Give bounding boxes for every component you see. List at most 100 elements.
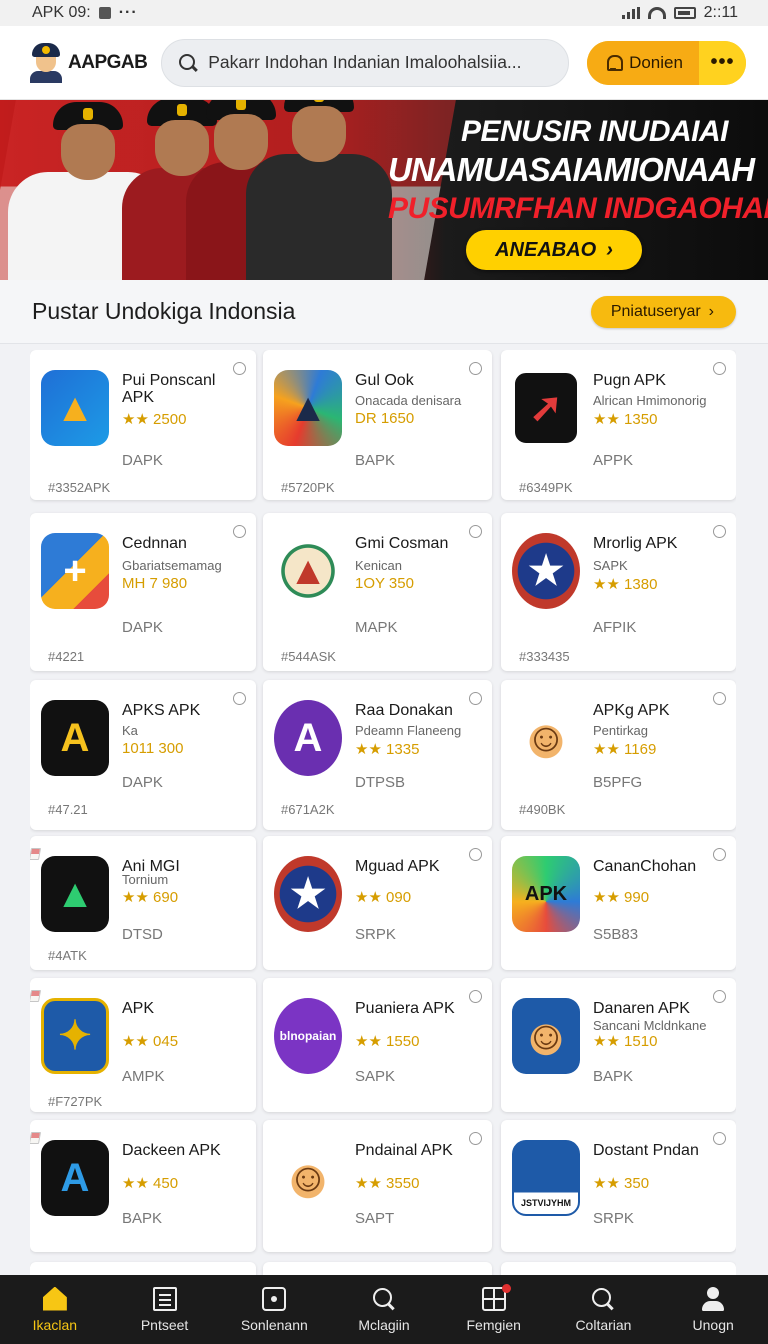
banner-line-3: PUSUMRFHAN INDGAOHAN bbox=[388, 192, 768, 225]
bookmark-icon[interactable] bbox=[713, 848, 726, 861]
app-rating: ★★ 690 bbox=[122, 889, 179, 906]
bookmark-icon[interactable] bbox=[30, 990, 42, 1002]
app-name: Pugn APK bbox=[593, 372, 666, 389]
triangle-dark-icon: ▲ bbox=[41, 856, 109, 932]
purple-text-icon: blnopaian bbox=[274, 998, 342, 1074]
red-arrow-icon: ➚ bbox=[512, 370, 580, 446]
seal-icon: ★ bbox=[274, 856, 342, 932]
see-all-button[interactable]: Pniatuseryar › bbox=[590, 295, 736, 328]
notification-badge bbox=[501, 1283, 511, 1293]
app-card[interactable]: ☺ Pndainal APK ★★ 3550 SAPT bbox=[263, 1120, 492, 1252]
app-card[interactable]: blnopaian Puaniera APK ★★ 1550 SAPK bbox=[263, 978, 492, 1112]
home-icon bbox=[42, 1286, 67, 1311]
list-icon bbox=[152, 1286, 177, 1311]
app-code: #333435 bbox=[519, 649, 570, 664]
promo-banner[interactable]: PENUSIR INUDAIAI UNAMUASAIAMIONAAH PUSUM… bbox=[0, 100, 768, 280]
banner-headline: PENUSIR INUDAIAI UNAMUASAIAMIONAAH PUSUM… bbox=[388, 114, 768, 228]
signal-icon bbox=[621, 7, 640, 19]
nav-item-explore[interactable]: Coltarian bbox=[549, 1275, 659, 1344]
nav-item-apps[interactable]: Femgien bbox=[439, 1275, 549, 1344]
nav-label: Ikaclan bbox=[32, 1316, 78, 1333]
app-rating: ★★ 1169 bbox=[593, 741, 657, 758]
app-name: APK bbox=[122, 1000, 155, 1017]
search-bar[interactable]: Pakarr Indohan Indanian Imaloohalsiia... bbox=[161, 38, 570, 87]
bookmark-icon[interactable] bbox=[713, 692, 726, 705]
jst-icon: JSTVIJYHM bbox=[512, 1140, 580, 1216]
app-code: #4ATK bbox=[48, 948, 87, 963]
see-all-label: Pniatuseryar bbox=[610, 302, 701, 320]
app-card[interactable] bbox=[30, 1262, 256, 1275]
app-subtitle: Pdeamn Flaneeng bbox=[355, 723, 462, 738]
app-rating: ★★ 1350 bbox=[593, 411, 658, 428]
app-category: SAPK bbox=[355, 1068, 396, 1085]
app-card[interactable]: ✦ APK ★★ 045 AMPK #F727PK bbox=[30, 978, 256, 1112]
app-subtitle: Gbariatsemamag bbox=[122, 558, 222, 573]
status-left-text: APK 09: bbox=[32, 4, 91, 21]
app-card[interactable]: ★ Mguad APK ★★ 090 SRPK bbox=[263, 836, 492, 970]
app-code: #544ASK bbox=[281, 649, 336, 664]
more-button[interactable]: ••• bbox=[698, 40, 746, 85]
app-rating: ★★ 045 bbox=[122, 1033, 179, 1050]
search-icon bbox=[178, 53, 198, 73]
app-rating: ★★ 090 bbox=[355, 889, 412, 906]
app-card[interactable]: ▲ Pui Ponscanl APK ★★ 2500 DAPK #3352APK bbox=[30, 350, 256, 500]
app-category: SRPK bbox=[593, 1210, 634, 1227]
app-rating: ★★ 1550 bbox=[355, 1033, 420, 1050]
app-card[interactable]: + Cednnan Gbariatsemamag MH 7 980 DAPK #4221 bbox=[30, 513, 256, 671]
status-left: APK 09: ··· bbox=[32, 4, 138, 22]
app-card[interactable]: ☺ APKg APK Pentirkag ★★ 1169 B5PFG #490BK bbox=[501, 680, 736, 830]
app-subtitle: Alrican Hmimonorig bbox=[593, 393, 707, 408]
app-category: APPK bbox=[593, 452, 634, 469]
app-category: BAPK bbox=[355, 452, 396, 469]
app-card[interactable]: ▲ Ani MGI Tornium ★★ 690 DTSD #4ATK bbox=[30, 836, 256, 970]
bookmark-icon[interactable] bbox=[713, 525, 726, 538]
app-logo[interactable]: AAPGAB bbox=[28, 42, 155, 83]
app-rating: ★★ 1380 bbox=[593, 576, 658, 593]
app-rating: ★★ 2500 bbox=[122, 411, 187, 428]
section-title: Pustar Undokiga Indonsia bbox=[32, 298, 296, 324]
app-card[interactable]: JSTVIJYHM Dostant Pndan ★★ 350 SRPK bbox=[501, 1120, 736, 1252]
app-category: DTSD bbox=[122, 926, 163, 943]
banner-cta-button[interactable]: ANEABAO › bbox=[466, 230, 642, 270]
app-rating: 1011 300 bbox=[122, 740, 184, 757]
app-category: MAPK bbox=[355, 619, 398, 636]
bookmark-icon[interactable] bbox=[713, 1132, 726, 1145]
app-card[interactable] bbox=[263, 1262, 492, 1275]
app-name: Pui Ponscanl APK bbox=[122, 372, 216, 406]
nav-item-list[interactable]: Pntseet bbox=[110, 1275, 220, 1344]
bookmark-icon[interactable] bbox=[30, 1132, 42, 1144]
app-card[interactable]: ➚ Pugn APK Alrican Hmimonorig ★★ 1350 APPK #6… bbox=[501, 350, 736, 500]
bookmark-icon[interactable] bbox=[713, 362, 726, 375]
nav-item-search[interactable]: Mclagiin bbox=[329, 1275, 439, 1344]
app-card[interactable]: A Raa Donakan Pdeamn Flaneeng ★★ 1335 DTPSB #… bbox=[263, 680, 492, 830]
notification-button[interactable]: Donien bbox=[587, 40, 699, 85]
header-action-group: Donien ••• bbox=[587, 40, 746, 85]
app-subtitle: Tornium bbox=[122, 872, 169, 887]
app-rating: ★★ 350 bbox=[593, 1175, 650, 1192]
nav-item-home[interactable]: Ikaclan bbox=[0, 1275, 110, 1344]
app-category: DTPSB bbox=[355, 774, 406, 791]
app-card[interactable]: ☺ Danaren APK Sancani Mcldnkane ★★ 1510 BAPK bbox=[501, 978, 736, 1112]
app-card[interactable]: A APKS APK Ka 1011 300 DAPK #47.21 bbox=[30, 680, 256, 830]
app-card[interactable]: ▲ Gmi Cosman Kenican 1OY 350 MAPK #544ASK bbox=[263, 513, 492, 671]
top-header: AAPGAB Pakarr Indohan Indanian Imaloohal… bbox=[0, 26, 768, 100]
bookmark-icon[interactable] bbox=[713, 990, 726, 1003]
app-card[interactable]: ▲ Gul Ook Onacada denisara DR 1650 BAPK #5720… bbox=[263, 350, 492, 500]
nav-item-profile[interactable]: Unogn bbox=[658, 1275, 768, 1344]
app-rating: MH 7 980 bbox=[122, 575, 188, 592]
bell-icon bbox=[605, 54, 624, 72]
banner-cta-label: ANEABAO bbox=[495, 238, 597, 261]
nav-item-games[interactable]: Sonlenann bbox=[219, 1275, 329, 1344]
app-card[interactable]: A Dackeen APK ★★ 450 BAPK bbox=[30, 1120, 256, 1252]
app-card[interactable]: ★ Mrorlig APK SAPK ★★ 1380 AFPIK #333435 bbox=[501, 513, 736, 671]
app-rating: ★★ 990 bbox=[593, 889, 650, 906]
app-grid: ▲ Pui Ponscanl APK ★★ 2500 DAPK #3352APK ▲ Gul… bbox=[30, 350, 736, 1275]
app-category: S5B83 bbox=[593, 926, 639, 943]
search-input[interactable]: Pakarr Indohan Indanian Imaloohalsiia... bbox=[208, 52, 521, 73]
app-card[interactable]: APK CananChohan ★★ 990 S5B83 bbox=[501, 836, 736, 970]
seal-icon: ★ bbox=[512, 533, 580, 609]
logo-text: AAPGAB bbox=[68, 51, 148, 73]
app-card[interactable] bbox=[501, 1262, 736, 1275]
bookmark-icon[interactable] bbox=[30, 848, 42, 860]
app-rating: DR 1650 bbox=[355, 410, 415, 427]
